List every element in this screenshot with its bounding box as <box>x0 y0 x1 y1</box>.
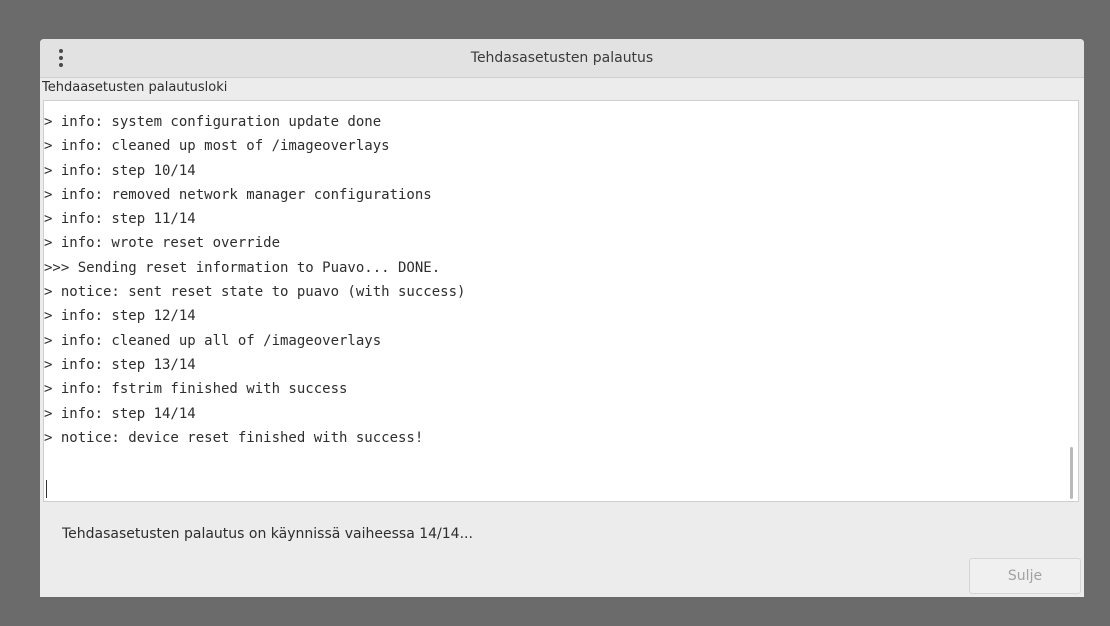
log-line: > info: cleaned up all of /imageoverlays <box>44 332 382 349</box>
log-line: > info: step 12/14 <box>44 308 196 325</box>
log-text-area[interactable]: > info: system configuration update done… <box>43 100 1079 502</box>
log-line: > info: wrote reset override <box>44 235 281 252</box>
window-title: Tehdasasetusten palautus <box>470 50 654 66</box>
log-scrollbar[interactable] <box>1070 447 1073 499</box>
log-line: > notice: sent reset state to puavo (wit… <box>44 284 466 301</box>
log-lines: > info: system configuration update done… <box>44 110 465 450</box>
status-text: Tehdasasetusten palautus on käynnissä va… <box>62 526 473 542</box>
close-button[interactable]: Sulje <box>969 558 1081 594</box>
log-line: > info: fstrim finished with success <box>44 381 348 398</box>
log-line: > info: cleaned up most of /imageoverlay… <box>44 138 390 155</box>
text-cursor <box>46 480 47 498</box>
title-bar: Tehdasasetusten palautus <box>40 39 1084 78</box>
log-line: > info: step 11/14 <box>44 211 196 228</box>
log-line: > info: system configuration update done <box>44 114 382 130</box>
log-line: > info: removed network manager configur… <box>44 186 432 203</box>
log-line: >>> Sending reset information to Puavo..… <box>44 259 441 276</box>
reset-dialog-window: Tehdasasetusten palautus Tehdaasetusten … <box>40 39 1084 597</box>
log-line: > info: step 10/14 <box>44 162 196 179</box>
log-line: > info: step 13/14 <box>44 356 196 373</box>
log-line: > info: step 14/14 <box>44 405 196 422</box>
log-label: Tehdaasetusten palautusloki <box>42 80 228 95</box>
log-line: > notice: device reset finished with suc… <box>44 429 424 446</box>
